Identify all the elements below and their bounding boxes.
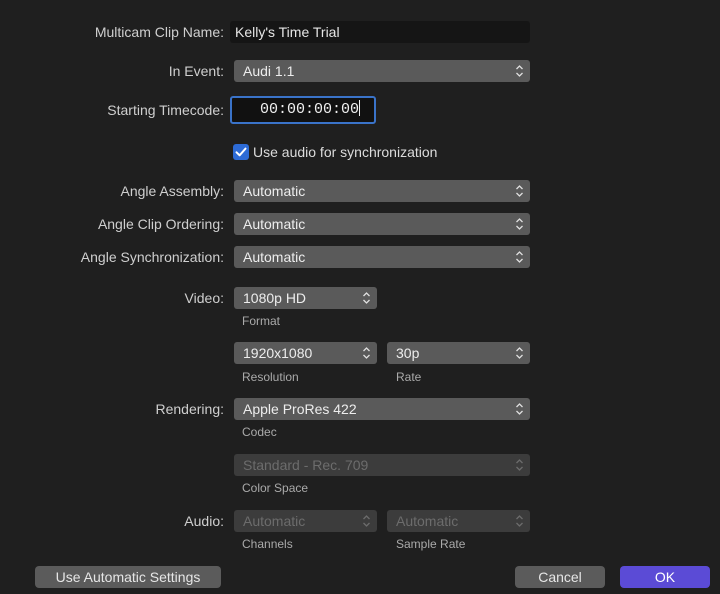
rate-caption: Rate bbox=[396, 370, 422, 384]
channels-caption: Channels bbox=[242, 537, 293, 551]
angle-assembly-value: Automatic bbox=[243, 183, 306, 199]
up-down-chevron-icon bbox=[362, 342, 371, 364]
angle-assembly-label: Angle Assembly: bbox=[120, 183, 225, 199]
timecode-value: 00:00:00:00 bbox=[260, 101, 360, 118]
cancel-button[interactable]: Cancel bbox=[515, 566, 605, 588]
event-label: In Event: bbox=[168, 63, 224, 79]
video-format-popup[interactable]: 1080p HD bbox=[234, 287, 377, 309]
rate-popup[interactable]: 30p bbox=[387, 342, 530, 364]
sample-rate-popup[interactable]: Automatic bbox=[387, 510, 530, 532]
sync-audio-checkbox[interactable] bbox=[233, 144, 249, 160]
resolution-popup[interactable]: 1920x1080 bbox=[234, 342, 377, 364]
color-space-popup[interactable]: Standard - Rec. 709 bbox=[234, 454, 530, 476]
up-down-chevron-icon bbox=[515, 246, 524, 268]
up-down-chevron-icon bbox=[515, 398, 524, 420]
angle-sync-value: Automatic bbox=[243, 249, 306, 265]
codec-popup[interactable]: Apple ProRes 422 bbox=[234, 398, 530, 420]
text-cursor bbox=[359, 100, 361, 116]
angle-ordering-popup[interactable]: Automatic bbox=[234, 213, 530, 235]
angle-sync-label: Angle Synchronization: bbox=[80, 249, 224, 265]
up-down-chevron-icon bbox=[515, 454, 524, 476]
codec-caption: Codec bbox=[242, 425, 277, 439]
clip-name-field[interactable]: Kelly's Time Trial bbox=[230, 21, 530, 43]
channels-value: Automatic bbox=[243, 513, 306, 529]
checkmark-icon bbox=[235, 147, 247, 157]
timecode-label: Starting Timecode: bbox=[107, 102, 224, 118]
rate-value: 30p bbox=[396, 345, 420, 361]
up-down-chevron-icon bbox=[515, 510, 524, 532]
resolution-value: 1920x1080 bbox=[243, 345, 313, 361]
codec-value: Apple ProRes 422 bbox=[243, 401, 357, 417]
video-label: Video: bbox=[184, 290, 224, 306]
channels-popup[interactable]: Automatic bbox=[234, 510, 377, 532]
sync-audio-label: Use audio for synchronization bbox=[253, 144, 438, 160]
resolution-caption: Resolution bbox=[242, 370, 299, 384]
sample-rate-value: Automatic bbox=[396, 513, 459, 529]
use-automatic-settings-button[interactable]: Use Automatic Settings bbox=[35, 566, 221, 588]
angle-assembly-popup[interactable]: Automatic bbox=[234, 180, 530, 202]
rendering-label: Rendering: bbox=[155, 401, 225, 417]
up-down-chevron-icon bbox=[515, 213, 524, 235]
up-down-chevron-icon bbox=[362, 287, 371, 309]
up-down-chevron-icon bbox=[515, 342, 524, 364]
angle-sync-popup[interactable]: Automatic bbox=[234, 246, 530, 268]
up-down-chevron-icon bbox=[515, 60, 524, 82]
ok-button[interactable]: OK bbox=[620, 566, 710, 588]
event-popup[interactable]: Audi 1.1 bbox=[234, 60, 530, 82]
up-down-chevron-icon bbox=[515, 180, 524, 202]
color-space-value: Standard - Rec. 709 bbox=[243, 457, 369, 473]
video-format-value: 1080p HD bbox=[243, 290, 307, 306]
color-space-caption: Color Space bbox=[242, 481, 309, 495]
sample-rate-caption: Sample Rate bbox=[396, 537, 466, 551]
audio-label: Audio: bbox=[184, 513, 224, 529]
angle-ordering-label: Angle Clip Ordering: bbox=[97, 216, 224, 232]
event-value: Audi 1.1 bbox=[243, 63, 295, 79]
up-down-chevron-icon bbox=[362, 510, 371, 532]
format-caption: Format bbox=[242, 314, 281, 328]
clip-name-label: Multicam Clip Name: bbox=[94, 24, 224, 40]
timecode-field[interactable]: 00:00:00:00 bbox=[230, 96, 376, 124]
angle-ordering-value: Automatic bbox=[243, 216, 306, 232]
